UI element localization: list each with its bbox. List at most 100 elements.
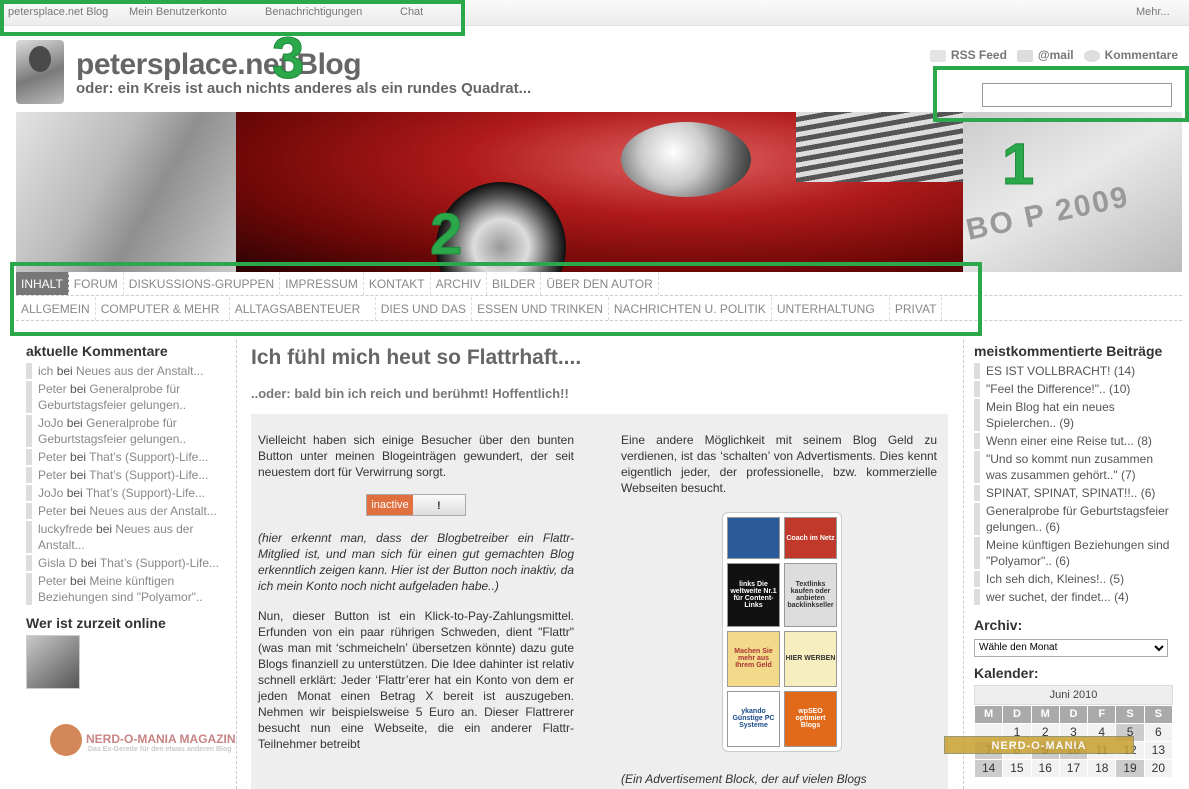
ad-tile[interactable]: Textlinks kaufen oder anbieten backlinks… xyxy=(784,563,837,627)
category-privat[interactable]: PRIVAT xyxy=(890,297,942,320)
online-user-avatar[interactable] xyxy=(26,635,80,689)
most-commented-item[interactable]: Meine künftigen Beziehungen sind "Polyam… xyxy=(974,537,1174,569)
recent-comment-item[interactable]: JoJo bei Generalprobe für Geburtstagsfei… xyxy=(26,415,226,447)
comment-post-link[interactable]: Neues aus der Anstalt... xyxy=(89,504,216,518)
mail-link[interactable]: @mail xyxy=(1016,48,1074,62)
category-computer[interactable]: COMPUTER & MEHR xyxy=(96,297,230,320)
site-title[interactable]: petersplace.net Blog xyxy=(76,48,362,82)
calendar-widget: Kalender: Juni 2010 M D M D F S S 1 2 3 … xyxy=(973,665,1174,778)
feed-links: RSS Feed @mail Kommentare xyxy=(929,48,1178,62)
rss-feed-link[interactable]: RSS Feed xyxy=(929,48,1007,62)
ad-tile[interactable]: Machen Sie mehr aus Ihrem Geld xyxy=(727,630,780,687)
car-headlamp-shape xyxy=(621,122,751,197)
nav-kontakt[interactable]: KONTAKT xyxy=(364,272,431,295)
nav-forum[interactable]: FORUM xyxy=(69,272,124,295)
calendar-day[interactable]: 16 xyxy=(1030,758,1060,778)
recent-comment-item[interactable]: luckyfrede bei Neues aus der Anstalt... xyxy=(26,521,226,553)
nerd-logo-icon xyxy=(50,724,82,756)
annotation-number-2: 2 xyxy=(429,202,463,267)
ad-tile[interactable]: wpSEO optimiert Blogs xyxy=(784,690,837,747)
most-commented-item[interactable]: wer suchet, der findet... (4) xyxy=(974,589,1174,605)
nav-archiv[interactable]: ARCHIV xyxy=(431,272,487,295)
topbar-account-link[interactable]: Mein Benutzerkonto xyxy=(129,6,227,18)
topbar-more-link[interactable]: Mehr... xyxy=(1136,6,1170,18)
most-commented-item[interactable]: "Feel the Difference!".. (10) xyxy=(974,381,1174,397)
post-title[interactable]: Ich fühl mich heut so Flattrhaft.... xyxy=(251,346,581,370)
ad-tile[interactable] xyxy=(727,517,780,560)
comment-by: bei xyxy=(70,574,87,588)
most-commented-item[interactable]: SPINAT, SPINAT, SPINAT!!.. (6) xyxy=(974,485,1174,501)
nav-diskussions-gruppen[interactable]: DISKUSSIONS-GRUPPEN xyxy=(124,272,281,295)
category-alltagsabenteuer[interactable]: ALLTAGSABENTEUER xyxy=(230,297,376,320)
nerd-logo-subtext: Das Ex-Gerede für den etwas anderen Blog xyxy=(88,746,232,753)
comment-by: bei xyxy=(70,504,87,518)
ad-tile[interactable]: Coach im Netz xyxy=(784,517,837,560)
comment-by: bei xyxy=(66,486,83,500)
right-sidebar: meistkommentierte Beiträge ES IST VOLLBR… xyxy=(973,343,1174,778)
car-grill-shape xyxy=(796,112,966,182)
most-commented-item[interactable]: "Und so kommt nun zusammen was zusammen … xyxy=(974,451,1174,483)
calendar-day[interactable]: 14 xyxy=(973,758,1004,778)
most-commented-item[interactable]: ES IST VOLLBRACHT! (14) xyxy=(974,363,1174,379)
topbar-chat-link[interactable]: Chat xyxy=(400,6,423,18)
recent-comment-item[interactable]: Peter bei That’s (Support)-Life... xyxy=(26,449,226,465)
archive-month-select[interactable]: Wähle den Monat xyxy=(974,638,1168,657)
comments-feed-link[interactable]: Kommentare xyxy=(1083,48,1178,62)
topbar-blog-link[interactable]: petersplace.net Blog xyxy=(8,6,108,18)
recent-comment-item[interactable]: Peter bei Generalprobe für Geburtstagsfe… xyxy=(26,381,226,413)
calendar-day[interactable]: 15 xyxy=(1002,758,1032,778)
calendar-day[interactable]: 6 xyxy=(1143,722,1174,742)
left-column-divider xyxy=(236,340,237,789)
comment-post-link[interactable]: Neues aus der Anstalt... xyxy=(76,364,203,378)
calendar-day[interactable]: 18 xyxy=(1087,758,1117,778)
recent-comment-item[interactable]: JoJo bei That’s (Support)-Life... xyxy=(26,485,226,501)
mail-icon xyxy=(1016,49,1033,62)
author-avatar xyxy=(16,40,64,104)
recent-comment-item[interactable]: Peter bei Meine künftigen Beziehungen si… xyxy=(26,573,226,605)
recent-comment-item[interactable]: Gisla D bei That’s (Support)-Life... xyxy=(26,555,226,571)
recent-comment-item[interactable]: Peter bei That’s (Support)-Life... xyxy=(26,467,226,483)
category-nav: ALLGEMEIN COMPUTER & MEHR ALLTAGSABENTEU… xyxy=(16,297,1182,321)
calendar-day[interactable]: 13 xyxy=(1143,740,1174,760)
flattr-button[interactable]: inactive! xyxy=(366,494,466,516)
ad-tile[interactable]: ykando Günstige PC Systeme xyxy=(727,690,780,747)
most-commented-item[interactable]: Generalprobe für Geburtstagsfeier gelung… xyxy=(974,503,1174,535)
right-column-divider xyxy=(963,340,964,789)
rss-icon xyxy=(929,49,946,62)
comment-author: Peter xyxy=(38,574,67,588)
comment-post-link[interactable]: That’s (Support)-Life... xyxy=(86,486,205,500)
calendar-day[interactable]: 19 xyxy=(1115,758,1145,778)
nav-bilder[interactable]: BILDER xyxy=(487,272,542,295)
who-is-online-widget: Wer ist zurzeit online xyxy=(26,615,226,689)
ad-tile[interactable]: HIER WERBEN xyxy=(784,630,837,687)
recent-comment-item[interactable]: ich bei Neues aus der Anstalt... xyxy=(26,363,226,379)
most-commented-item[interactable]: Mein Blog hat ein neues Spielerchen.. (9… xyxy=(974,399,1174,431)
post-subtitle: ..oder: bald bin ich reich und berühmt! … xyxy=(251,386,569,401)
category-nachrichten[interactable]: NACHRICHTEN U. POLITIK xyxy=(609,297,772,320)
nerd-o-mania-logo[interactable]: NERD-O-MANIA MAGAZIN Das Ex-Gerede für de… xyxy=(50,724,236,756)
weekday-header: F xyxy=(1087,704,1117,724)
comment-post-link[interactable]: That’s (Support)-Life... xyxy=(100,556,219,570)
nav-ueber-den-autor[interactable]: ÜBER DEN AUTOR xyxy=(541,272,659,295)
category-allgemein[interactable]: ALLGEMEIN xyxy=(16,297,96,320)
recent-comment-item[interactable]: Peter bei Neues aus der Anstalt... xyxy=(26,503,226,519)
ad-tile[interactable]: links Die weltweite Nr.1 für Content-Lin… xyxy=(727,563,780,627)
comment-post-link[interactable]: That’s (Support)-Life... xyxy=(89,450,208,464)
calendar-day[interactable]: 17 xyxy=(1058,758,1089,778)
nav-inhalt[interactable]: INHALT xyxy=(16,272,69,295)
search-input[interactable] xyxy=(982,83,1172,107)
category-essen-und-trinken[interactable]: ESSEN UND TRINKEN xyxy=(472,297,609,320)
banner-right-panel: BO P 2009 xyxy=(963,112,1182,272)
most-commented-item[interactable]: Wenn einer eine Reise tut... (8) xyxy=(974,433,1174,449)
calendar-day[interactable]: 20 xyxy=(1143,758,1174,778)
nav-impressum[interactable]: IMPRESSUM xyxy=(280,272,364,295)
comment-post-link[interactable]: That’s (Support)-Life... xyxy=(89,468,208,482)
comment-author: Peter xyxy=(38,468,67,482)
comment-by: bei xyxy=(96,522,113,536)
nerd-o-mania-banner[interactable]: NERD-O-MANIA xyxy=(944,736,1134,754)
most-commented-item[interactable]: Ich seh dich, Kleines!.. (5) xyxy=(974,571,1174,587)
category-unterhaltung[interactable]: UNTERHALTUNG xyxy=(772,297,890,320)
topbar-notifications-link[interactable]: Benachrichtigungen xyxy=(265,6,362,18)
category-dies-und-das[interactable]: DIES UND DAS xyxy=(376,297,473,320)
comment-author: ich xyxy=(38,364,54,378)
